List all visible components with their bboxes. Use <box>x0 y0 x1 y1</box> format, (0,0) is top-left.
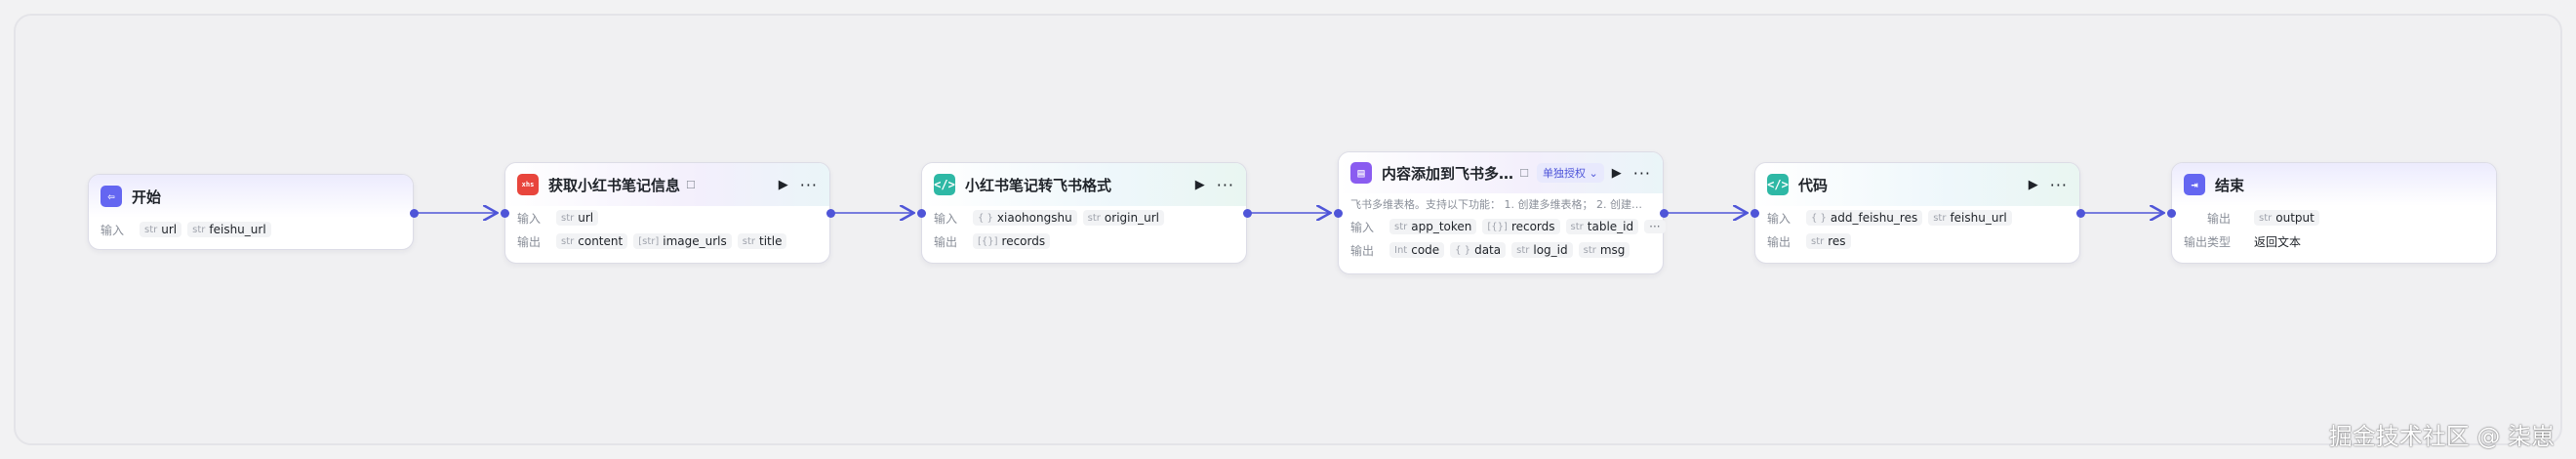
output-handle[interactable] <box>1660 209 1669 218</box>
inputs-label: 输入 <box>517 211 542 226</box>
node-header: ▤ 内容添加到飞书多... ☐ 单独授权 ⌄ ▶ ··· <box>1339 152 1663 193</box>
inputs-row: 输入 str url <box>505 206 829 230</box>
plugin-info-icon[interactable]: ☐ <box>1519 167 1529 180</box>
input-handle[interactable] <box>1334 209 1343 218</box>
watermark: 掘金技术社区 @ 柒崽 <box>2328 423 2555 450</box>
node-code[interactable]: </> 代码 ▶ ··· 输入 { } add_feishu_res str fei… <box>1754 162 2080 264</box>
outputs-label: 输出 <box>1350 243 1375 258</box>
input-var: str url <box>556 210 599 226</box>
node-title: 小红书笔记转飞书格式 <box>965 176 1112 194</box>
node-header: xhs 获取小红书笔记信息 ☐ ▶ ··· <box>505 163 829 206</box>
outputs-label: 输出 <box>1767 234 1791 249</box>
output-handle[interactable] <box>2076 209 2085 218</box>
inputs-row: 输入 { } add_feishu_res str feishu_url <box>1755 206 2079 230</box>
output-handle[interactable] <box>1243 209 1252 218</box>
output-var: str output <box>2254 210 2319 226</box>
output-var: [{}] records <box>973 233 1051 249</box>
node-start[interactable]: ⇦ 开始 输入 str url str feishu_url <box>88 174 414 250</box>
plugin-info-icon[interactable]: ☐ <box>686 179 696 191</box>
outputs-label: 输出 <box>934 234 958 249</box>
output-var: str res <box>1806 233 1851 249</box>
input-handle[interactable] <box>501 209 509 218</box>
node-header: ⇥ 结束 <box>2172 163 2496 206</box>
run-icon[interactable]: ▶ <box>1195 178 1205 192</box>
xiaohongshu-icon: xhs <box>517 174 539 195</box>
outputs-row: 输出 str output <box>2172 206 2496 230</box>
more-icon[interactable]: ··· <box>2050 176 2068 194</box>
more-icon[interactable]: ··· <box>800 176 818 194</box>
input-var: str url <box>140 222 182 237</box>
input-var: [{}] records <box>1482 219 1560 234</box>
inputs-row: 输入 { } xiaohongshu str origin_url <box>922 206 1246 230</box>
input-handle[interactable] <box>1751 209 1759 218</box>
output-type-value: 返回文本 <box>2254 234 2302 249</box>
outputs-row: 输出 str content [str] image_urls str title <box>505 230 829 253</box>
node-title: 获取小红书笔记信息 <box>548 176 681 194</box>
input-var: str table_id <box>1565 219 1639 234</box>
output-var: { } data <box>1450 242 1507 258</box>
output-handle[interactable] <box>826 209 835 218</box>
node-title: 内容添加到飞书多... <box>1382 164 1514 183</box>
output-type-label: 输出类型 <box>2184 234 2232 249</box>
outputs-row: 输出 str res <box>1755 230 2079 253</box>
input-var: { } add_feishu_res <box>1806 210 1923 226</box>
node-end[interactable]: ⇥ 结束 输出 str output 输出类型 返回文本 <box>2171 162 2497 264</box>
output-var: str log_id <box>1511 242 1573 258</box>
inputs-label: 输入 <box>1767 211 1791 226</box>
more-icon[interactable]: ··· <box>1633 164 1651 183</box>
node-description: 飞书多维表格。支持以下功能： 1. 创建多维表格； 2. 创建多... <box>1350 198 1651 211</box>
more-inputs-button[interactable]: ··· <box>1644 220 1666 233</box>
output-var: str title <box>737 233 787 249</box>
node-header: </> 小红书笔记转飞书格式 ▶ ··· <box>922 163 1246 206</box>
node-convert-format[interactable]: </> 小红书笔记转飞书格式 ▶ ··· 输入 { } xiaohongshu s… <box>921 162 1247 264</box>
node-header: </> 代码 ▶ ··· <box>1755 163 2079 206</box>
input-var: str feishu_url <box>1928 210 2012 226</box>
output-handle[interactable] <box>410 209 419 218</box>
inputs-row: 输入 str url str feishu_url <box>89 218 413 241</box>
input-var: str origin_url <box>1082 210 1164 226</box>
node-title: 开始 <box>132 188 162 206</box>
start-icon: ⇦ <box>101 186 122 207</box>
input-handle[interactable] <box>2167 209 2176 218</box>
code-icon: </> <box>934 174 955 195</box>
outputs-row: 输出 Int code { } data str log_id str msg <box>1339 238 1663 262</box>
output-var: str msg <box>1578 242 1630 258</box>
node-header: ⇦ 开始 <box>89 175 413 218</box>
end-icon: ⇥ <box>2184 174 2205 195</box>
input-var: str feishu_url <box>187 222 271 237</box>
input-var: str app_token <box>1389 219 1477 234</box>
input-var: { } xiaohongshu <box>973 210 1077 226</box>
code-icon: </> <box>1767 174 1789 195</box>
output-type-row: 输出类型 返回文本 <box>2172 230 2496 253</box>
node-fetch-xhs[interactable]: xhs 获取小红书笔记信息 ☐ ▶ ··· 输入 str url 输出 str co… <box>504 162 830 264</box>
run-icon[interactable]: ▶ <box>1612 166 1622 181</box>
outputs-label: 输出 <box>2206 211 2231 226</box>
inputs-row: 输入 str app_token [{}] records str table_id … <box>1339 215 1666 238</box>
node-add-feishu[interactable]: ▤ 内容添加到飞书多... ☐ 单独授权 ⌄ ▶ ··· 飞书多维表格。支持以下… <box>1338 151 1666 274</box>
inputs-label: 输入 <box>934 211 958 226</box>
node-title: 结束 <box>2215 176 2245 194</box>
more-icon[interactable]: ··· <box>1217 176 1234 194</box>
output-var: str content <box>556 233 628 249</box>
outputs-label: 输出 <box>517 234 542 249</box>
run-icon[interactable]: ▶ <box>779 178 788 192</box>
output-var: Int code <box>1389 242 1445 258</box>
input-handle[interactable] <box>917 209 926 218</box>
run-icon[interactable]: ▶ <box>2029 178 2038 192</box>
outputs-row: 输出 [{}] records <box>922 230 1246 253</box>
inputs-label: 输入 <box>1350 220 1375 234</box>
authorization-dropdown[interactable]: 单独授权 ⌄ <box>1537 163 1604 183</box>
feishu-bitable-icon: ▤ <box>1350 162 1372 184</box>
description-row: 飞书多维表格。支持以下功能： 1. 创建多维表格； 2. 创建多... <box>1339 193 1663 215</box>
node-title: 代码 <box>1798 176 1829 194</box>
output-var: [str] image_urls <box>633 233 732 249</box>
inputs-label: 输入 <box>101 223 125 237</box>
